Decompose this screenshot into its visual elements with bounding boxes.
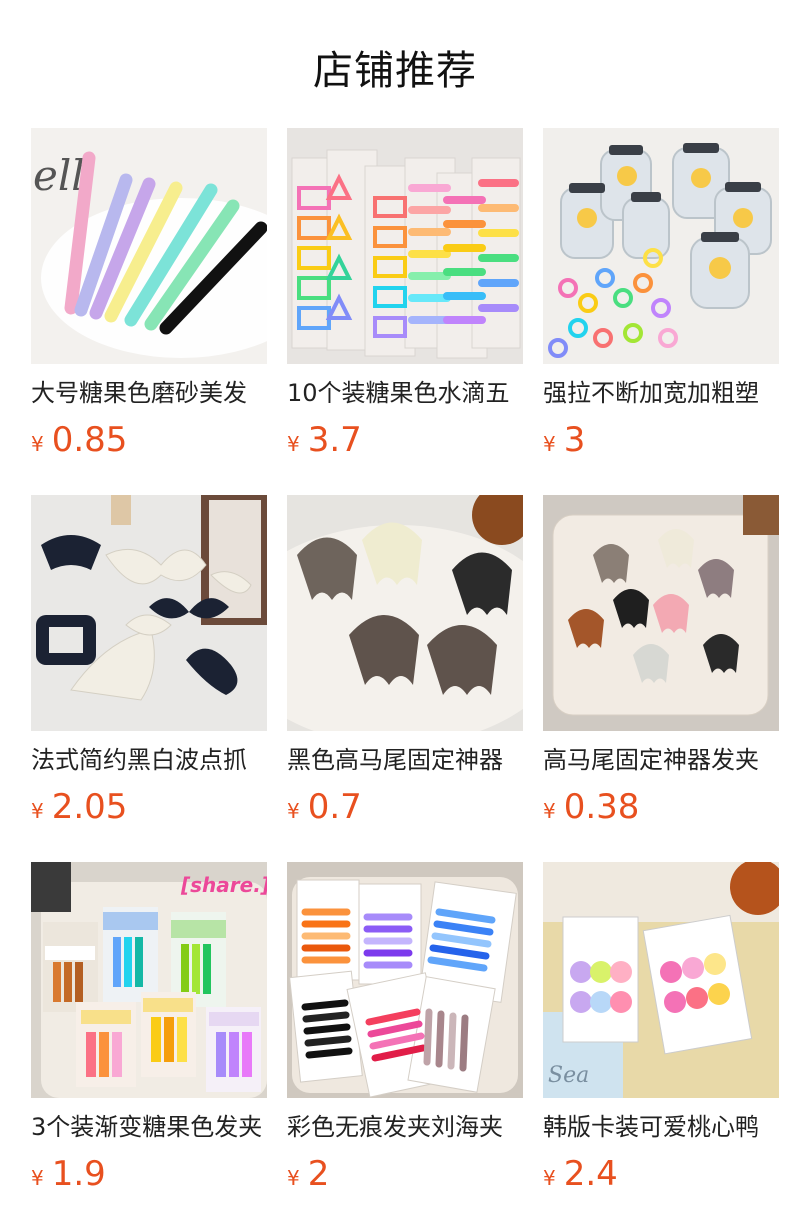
product-card[interactable]: 彩色无痕发夹刘海夹 ¥2	[287, 862, 523, 1229]
product-price: ¥0.85	[31, 420, 267, 460]
product-card[interactable]: ell 大号糖果色磨砂美发 ¥0.85	[31, 128, 267, 495]
product-price: ¥2.05	[31, 787, 267, 827]
currency-symbol: ¥	[543, 1166, 556, 1190]
product-image[interactable]: ell	[31, 128, 267, 364]
currency-symbol: ¥	[543, 432, 556, 456]
price-value: 1.9	[51, 1154, 106, 1194]
product-grid: ell 大号糖果色磨砂美发 ¥0.85 10个装糖果色水滴五 ¥ 3.7 强拉不…	[31, 128, 790, 1229]
svg-text:Sea: Sea	[548, 1063, 589, 1088]
page-title: 店铺推荐	[313, 48, 477, 94]
product-image[interactable]	[31, 495, 267, 731]
product-price: ¥2	[287, 1154, 523, 1194]
product-image[interactable]	[287, 862, 523, 1098]
price-value: 0.85	[51, 420, 128, 460]
product-price: ¥3	[543, 420, 779, 460]
product-card[interactable]: 黑色高马尾固定神器 ¥0.7	[287, 495, 523, 862]
product-price: ¥1.9	[31, 1154, 267, 1194]
product-price: ¥2.4	[543, 1154, 779, 1194]
price-value: 2.05	[51, 787, 128, 827]
currency-symbol: ¥	[287, 1166, 300, 1190]
product-card[interactable]: 高马尾固定神器发夹 ¥0.38	[543, 495, 779, 862]
svg-text:[share.]: [share.]	[180, 873, 267, 897]
product-name[interactable]: 韩版卡装可爱桃心鸭	[543, 1112, 779, 1142]
product-image[interactable]	[287, 495, 523, 731]
product-card[interactable]: 强拉不断加宽加粗塑 ¥3	[543, 128, 779, 495]
product-image[interactable]	[287, 128, 523, 364]
price-value: 0.38	[563, 787, 640, 827]
product-name[interactable]: 高马尾固定神器发夹	[543, 745, 779, 775]
price-value: 3.7	[307, 420, 362, 460]
currency-symbol: ¥	[31, 1166, 44, 1190]
product-image[interactable]	[543, 495, 779, 731]
currency-symbol: ¥	[31, 432, 44, 456]
product-name[interactable]: 10个装糖果色水滴五	[287, 378, 523, 408]
product-card[interactable]: 10个装糖果色水滴五 ¥3.7	[287, 128, 523, 495]
product-name[interactable]: 强拉不断加宽加粗塑	[543, 378, 779, 408]
product-price: ¥3.7	[287, 420, 523, 460]
price-value: 0.7	[307, 787, 362, 827]
svg-text:ell: ell	[33, 151, 85, 200]
product-name[interactable]: 大号糖果色磨砂美发	[31, 378, 267, 408]
product-name[interactable]: 3个装渐变糖果色发夹	[31, 1112, 267, 1142]
price-value: 2.4	[563, 1154, 618, 1194]
price-value: 2	[307, 1154, 330, 1194]
product-image[interactable]	[543, 128, 779, 364]
product-price: ¥0.7	[287, 787, 523, 827]
product-card[interactable]: [share.] 3个装渐变糖果色发夹 ¥1.9	[31, 862, 267, 1229]
product-name[interactable]: 彩色无痕发夹刘海夹	[287, 1112, 523, 1142]
product-card[interactable]: 法式简约黑白波点抓 ¥2.05	[31, 495, 267, 862]
currency-symbol: ¥	[31, 799, 44, 823]
product-card[interactable]: Sea 韩版卡装可爱桃心鸭 ¥2.4	[543, 862, 779, 1229]
product-name[interactable]: 法式简约黑白波点抓	[31, 745, 267, 775]
product-image[interactable]: [share.]	[31, 862, 267, 1098]
product-price: ¥0.38	[543, 787, 779, 827]
currency-symbol: ¥	[287, 432, 300, 456]
currency-symbol: ¥	[543, 799, 556, 823]
product-image[interactable]: Sea	[543, 862, 779, 1098]
product-name[interactable]: 黑色高马尾固定神器	[287, 745, 523, 775]
price-value: 3	[563, 420, 586, 460]
currency-symbol: ¥	[287, 799, 300, 823]
